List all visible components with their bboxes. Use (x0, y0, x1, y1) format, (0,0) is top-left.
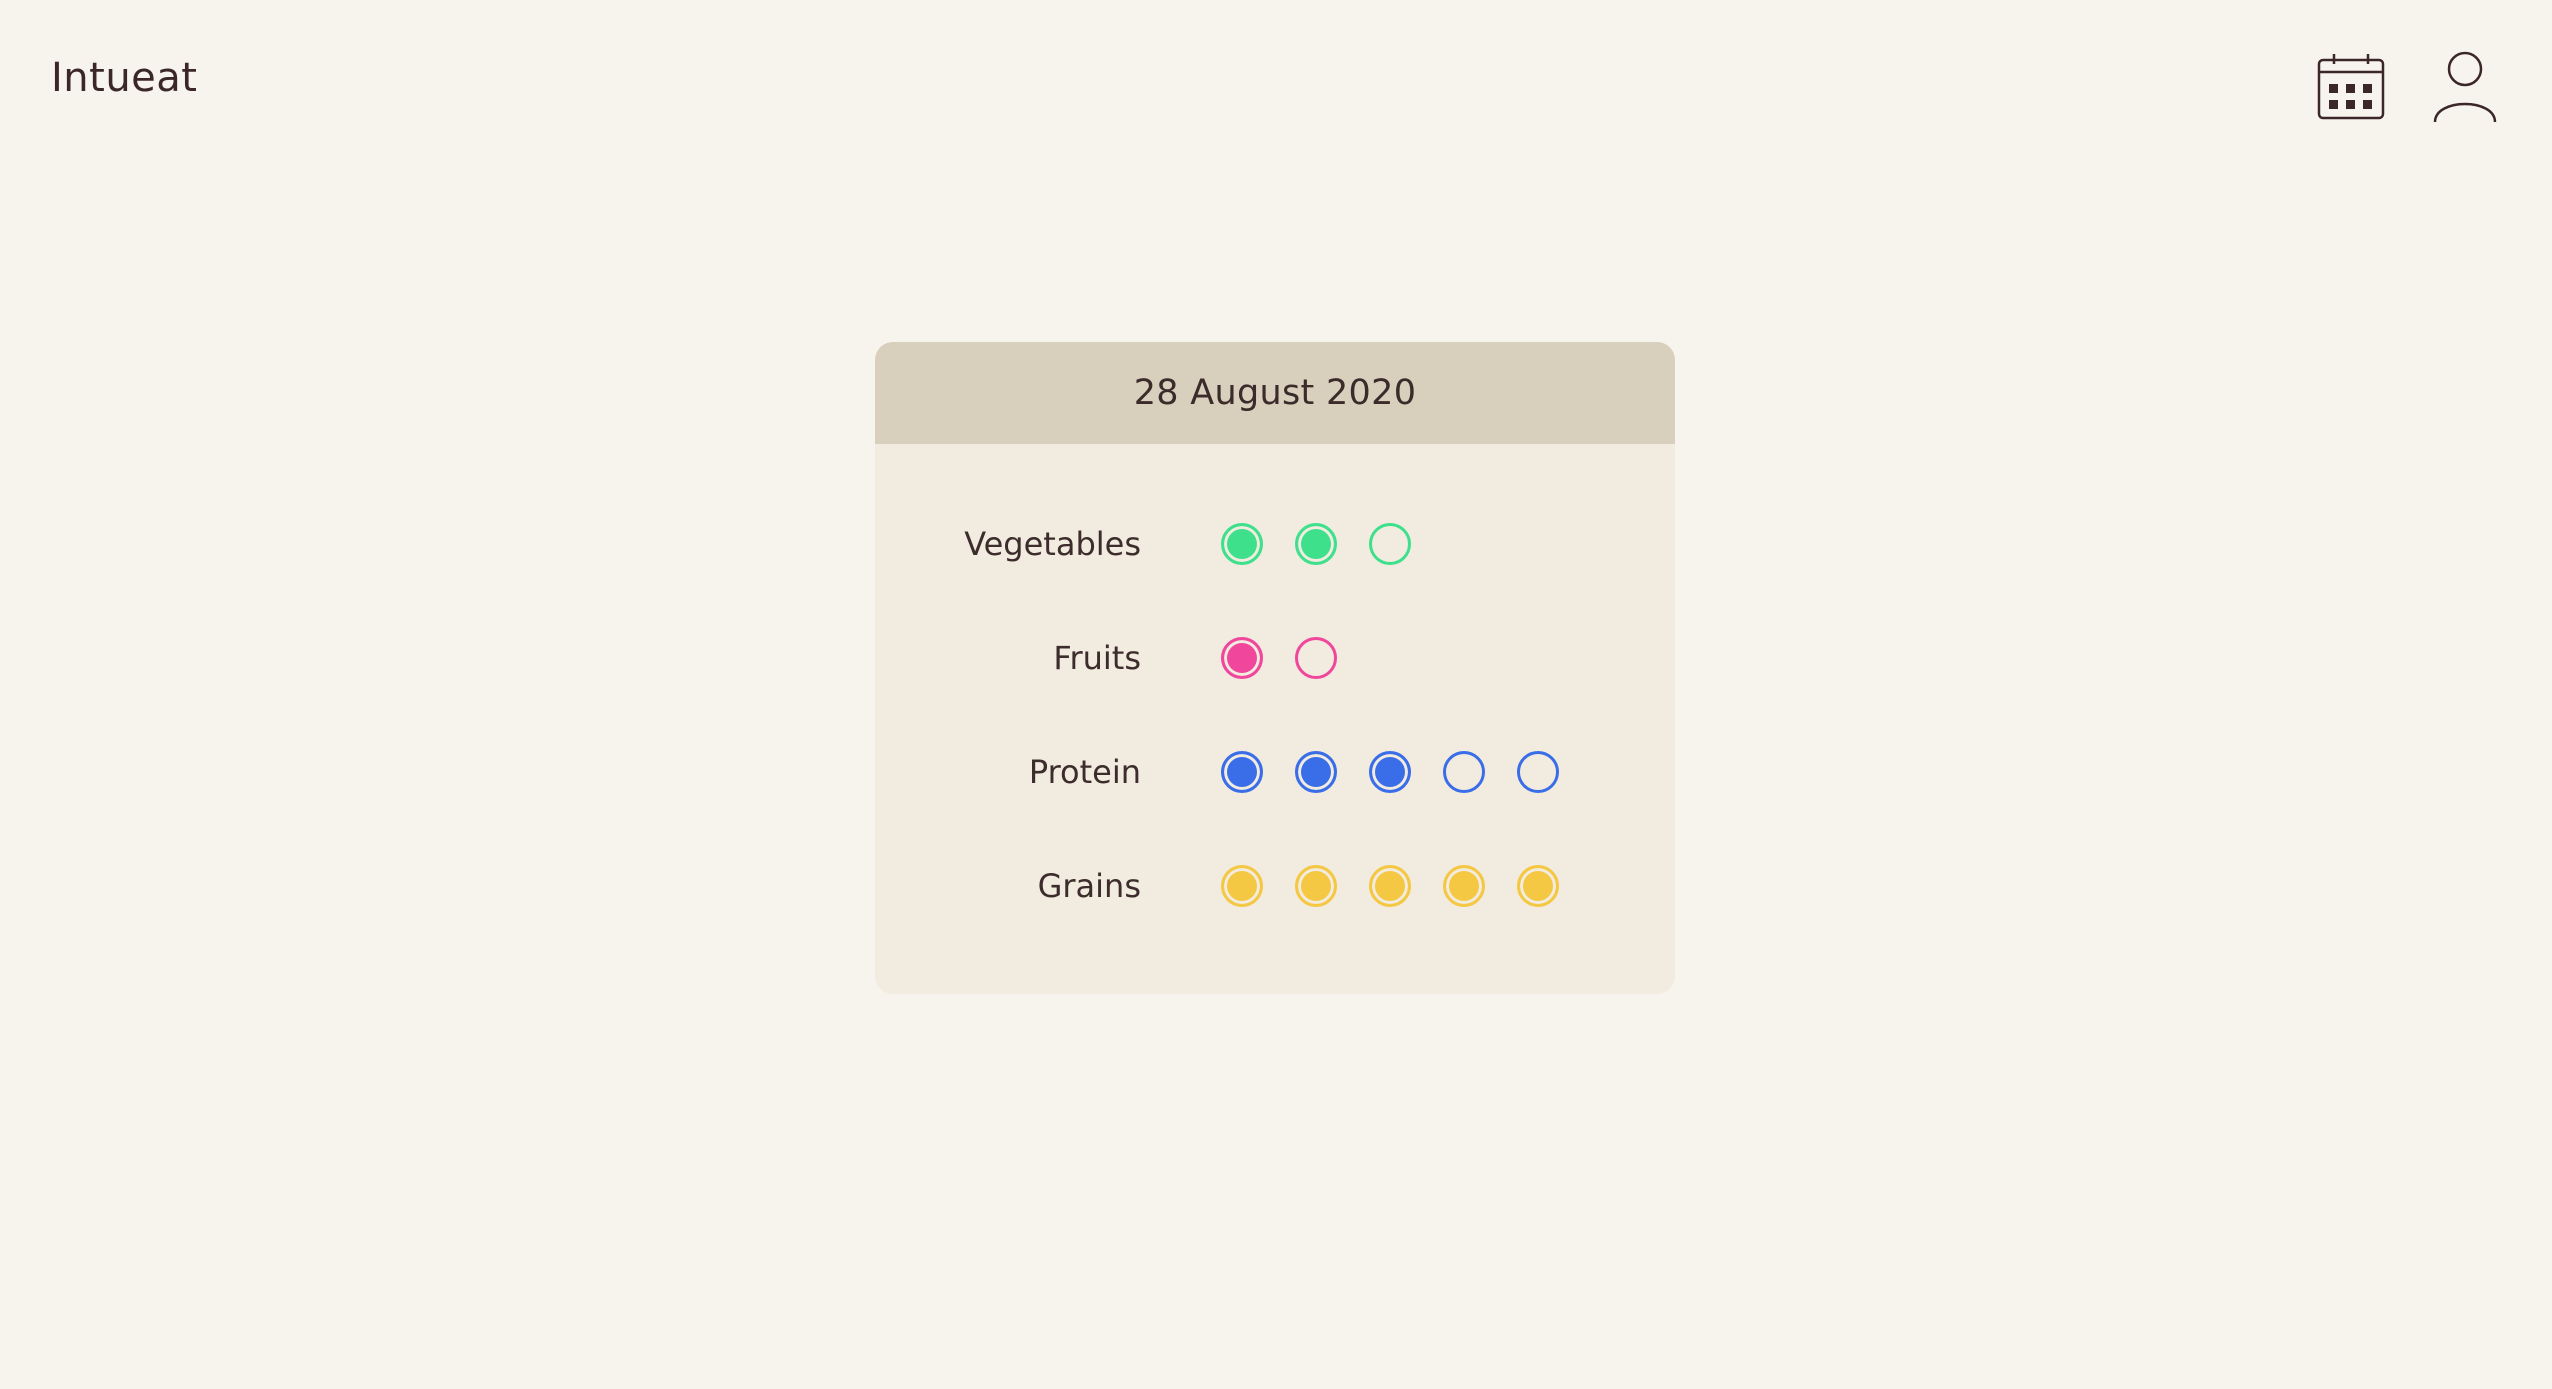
serving-dot-filled[interactable] (1221, 865, 1263, 907)
serving-dot-filled[interactable] (1443, 865, 1485, 907)
card-date: 28 August 2020 (1133, 373, 1417, 413)
serving-dot-filled[interactable] (1295, 865, 1337, 907)
food-group-row-vegetables: Vegetables (875, 487, 1675, 601)
food-group-label: Protein (1028, 753, 1141, 791)
food-group-list: Vegetables Fruits Protein Grains (875, 444, 1675, 943)
food-group-row-grains: Grains (875, 829, 1675, 943)
serving-dot-filled[interactable] (1369, 865, 1411, 907)
serving-dots (1221, 523, 1411, 565)
serving-dots (1221, 751, 1559, 793)
serving-dot-empty[interactable] (1517, 751, 1559, 793)
serving-dot-empty[interactable] (1443, 751, 1485, 793)
serving-dot-filled[interactable] (1221, 637, 1263, 679)
app-brand[interactable]: Intueat (51, 52, 198, 104)
serving-dot-filled[interactable] (1221, 751, 1263, 793)
serving-dot-filled[interactable] (1295, 751, 1337, 793)
food-group-label: Vegetables (964, 525, 1141, 563)
serving-dot-empty[interactable] (1295, 637, 1337, 679)
food-group-row-protein: Protein (875, 715, 1675, 829)
daily-intake-card: 28 August 2020 Vegetables Fruits Protein… (875, 342, 1675, 994)
card-header: 28 August 2020 (875, 342, 1675, 444)
serving-dot-filled[interactable] (1221, 523, 1263, 565)
food-group-label: Fruits (1053, 639, 1141, 677)
header-actions (2314, 50, 2502, 124)
serving-dot-filled[interactable] (1295, 523, 1337, 565)
serving-dot-filled[interactable] (1517, 865, 1559, 907)
calendar-icon[interactable] (2314, 50, 2388, 124)
food-group-label: Grains (1037, 867, 1141, 905)
serving-dots (1221, 865, 1559, 907)
serving-dots (1221, 637, 1337, 679)
user-profile-icon[interactable] (2428, 50, 2502, 124)
serving-dot-empty[interactable] (1369, 523, 1411, 565)
serving-dot-filled[interactable] (1369, 751, 1411, 793)
food-group-row-fruits: Fruits (875, 601, 1675, 715)
